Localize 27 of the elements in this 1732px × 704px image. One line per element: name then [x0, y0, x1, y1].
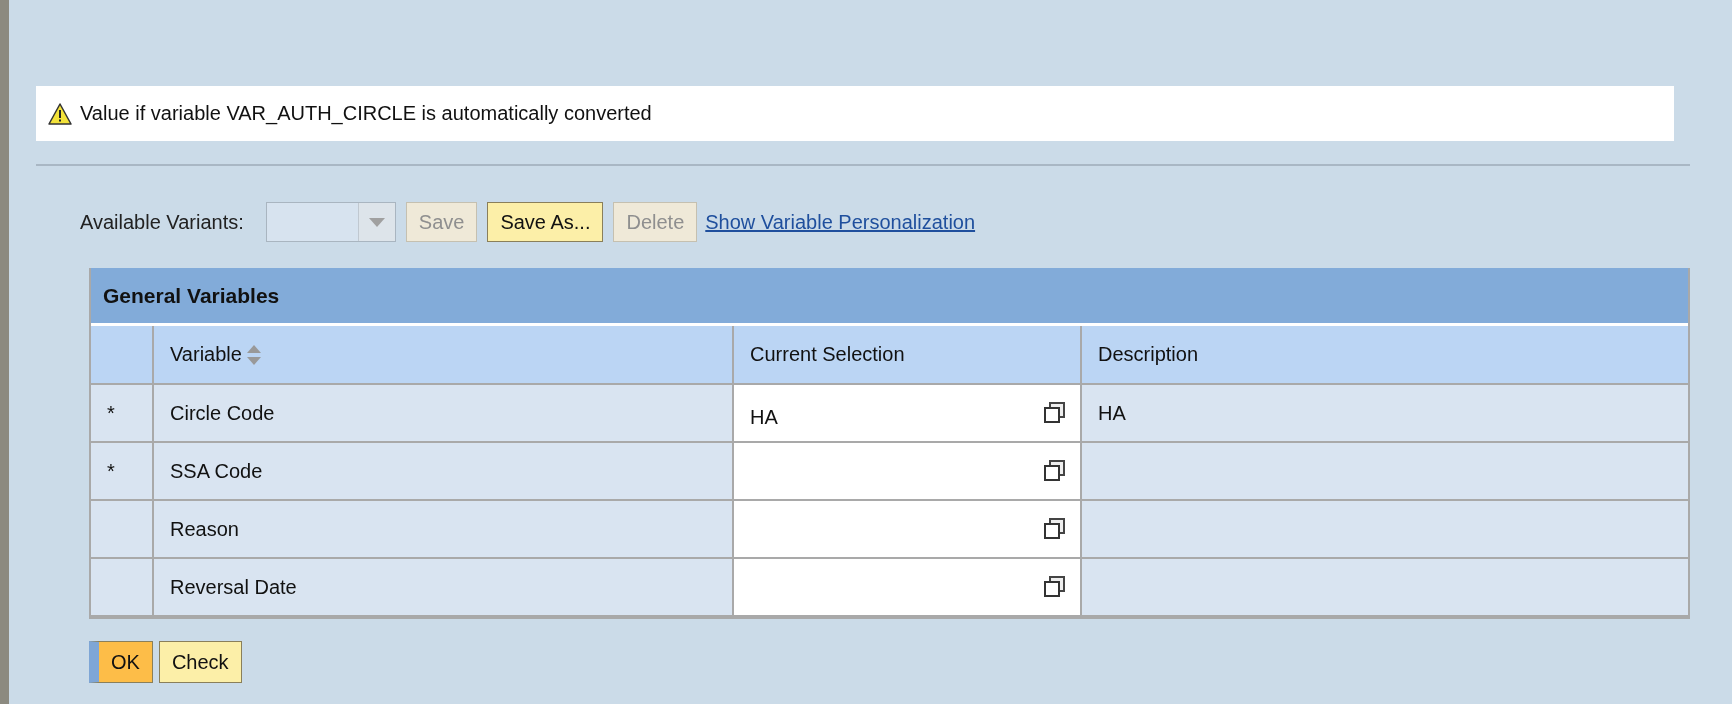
message-text: Value if variable VAR_AUTH_CIRCLE is automatically converted	[80, 102, 652, 125]
value-help-icon[interactable]	[1044, 402, 1066, 424]
selection-input[interactable]: HA	[734, 385, 1082, 443]
variable-cell: Reversal Date	[154, 559, 734, 617]
value-help-icon[interactable]	[1044, 576, 1066, 598]
column-header[interactable]: Current Selection	[734, 326, 1082, 385]
dropdown-arrow-icon	[368, 217, 385, 227]
variable-cell: Circle Code	[154, 385, 734, 443]
value-help-icon[interactable]	[1044, 460, 1066, 482]
sort-icon[interactable]	[245, 343, 262, 366]
footer-button[interactable]: OK	[89, 641, 153, 683]
column-header[interactable]: Variable	[154, 326, 734, 385]
selection-input[interactable]	[734, 501, 1082, 559]
required-marker: *	[107, 401, 115, 425]
selection-input[interactable]	[734, 443, 1082, 501]
table-title: General Variables	[91, 268, 1688, 326]
selection-input[interactable]	[734, 559, 1082, 617]
personalization-link[interactable]: Show Variable Personalization	[705, 210, 976, 234]
column-header[interactable]: Description	[1082, 326, 1688, 385]
warning-icon	[48, 102, 72, 125]
required-marker: *	[107, 459, 115, 483]
footer-button[interactable]: Check	[158, 641, 242, 683]
variable-cell: Reason	[154, 501, 734, 559]
variants-label: Available Variants:	[80, 210, 244, 234]
value-help-icon[interactable]	[1044, 518, 1066, 540]
toolbar-button[interactable]: Save As...	[487, 202, 604, 242]
variable-cell: SSA Code	[154, 443, 734, 501]
